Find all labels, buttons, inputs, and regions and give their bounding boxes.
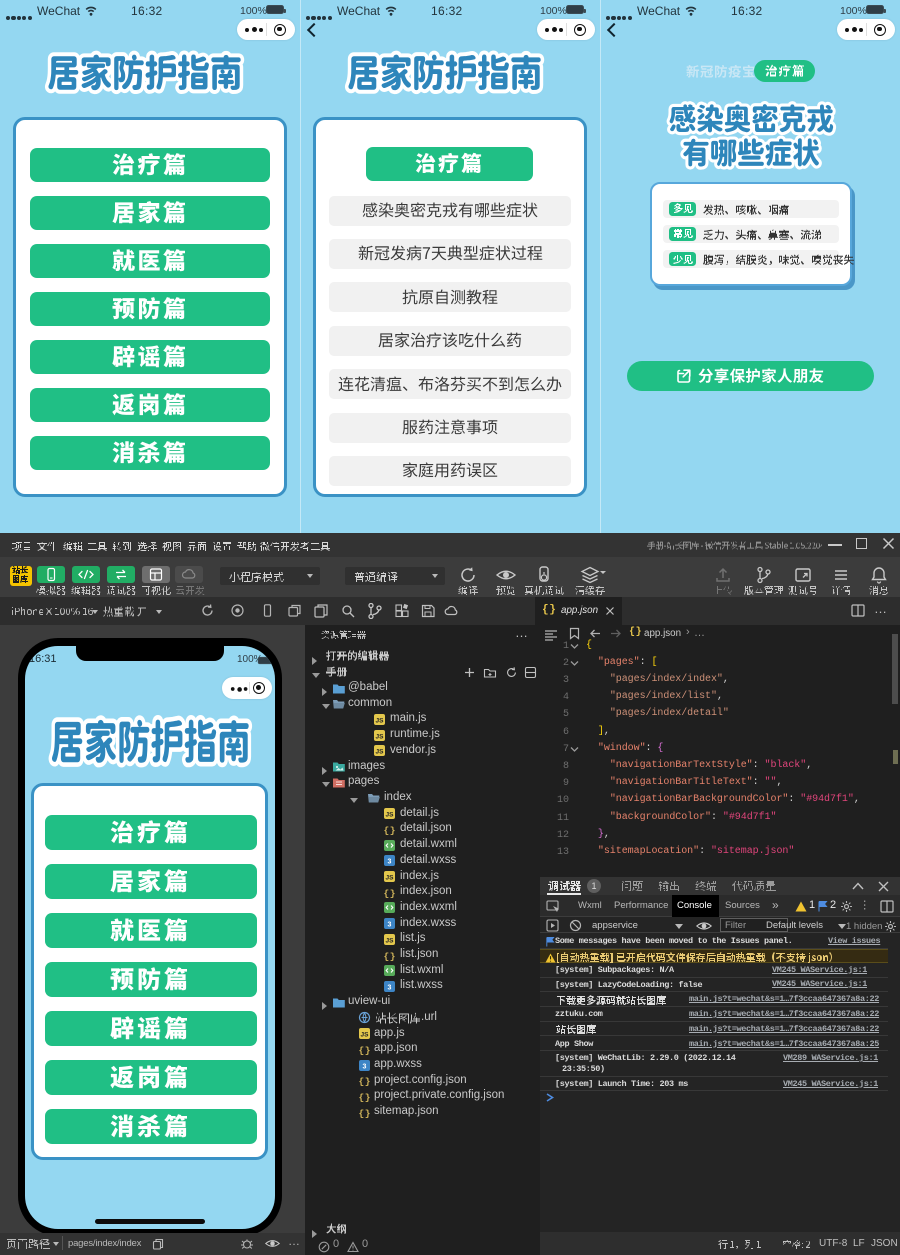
svg-text:{ }: { } bbox=[359, 1076, 371, 1087]
svg-text:3: 3 bbox=[388, 984, 392, 991]
svg-text:{ }: { } bbox=[359, 1045, 371, 1056]
svg-text:{ }: { } bbox=[384, 951, 396, 962]
svg-text:JS: JS bbox=[386, 875, 395, 882]
svg-text:3: 3 bbox=[388, 859, 392, 866]
svg-text:{ }: { } bbox=[384, 825, 396, 836]
svg-text:3: 3 bbox=[388, 922, 392, 929]
svg-text:{ }: { } bbox=[359, 1092, 371, 1103]
svg-text:JS: JS bbox=[376, 749, 385, 756]
svg-text:3: 3 bbox=[363, 1063, 367, 1070]
svg-text:{ }: { } bbox=[359, 1108, 371, 1119]
svg-text:JS: JS bbox=[376, 717, 385, 724]
svg-text:JS: JS bbox=[386, 812, 395, 819]
svg-text:JS: JS bbox=[386, 937, 395, 944]
svg-text:JS: JS bbox=[361, 1032, 370, 1039]
svg-text:JS: JS bbox=[376, 733, 385, 740]
svg-text:{ }: { } bbox=[384, 888, 396, 899]
